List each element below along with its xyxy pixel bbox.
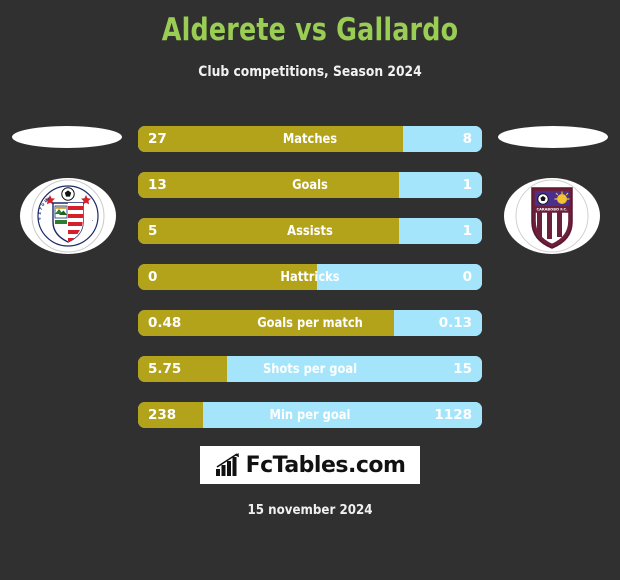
infographic-page: Alderete vs Gallardo Club competitions, … (0, 0, 620, 580)
decorative-ellipse-left (12, 126, 122, 148)
away-bar-fill (227, 356, 482, 382)
home-bar-fill (138, 402, 204, 428)
home-bar-fill (138, 264, 317, 290)
home-bar-fill (138, 310, 395, 336)
stat-row-assists: Assists 5 1 (138, 218, 482, 244)
home-bar-fill (138, 126, 403, 152)
away-bar-fill (399, 172, 482, 198)
away-bar-fill (399, 218, 482, 244)
decorative-ellipse-right (498, 126, 608, 148)
away-bar-fill (402, 126, 482, 152)
away-team-badge: CARABOBO F.C. (504, 178, 600, 254)
fctables-brand-logo[interactable]: FcTables.com (200, 446, 420, 484)
home-bar-fill (138, 356, 228, 382)
stat-row-min-per-goal: Min per goal 238 1128 (138, 402, 482, 428)
away-bar-fill (203, 402, 482, 428)
away-bar-fill (394, 310, 482, 336)
svg-text:CARABOBO F.C.: CARABOBO F.C. (536, 208, 567, 212)
stat-row-matches: Matches 27 8 (138, 126, 482, 152)
bar-chart-growth-icon (215, 453, 239, 476)
stat-row-goals-per-match: Goals per match 0.48 0.13 (138, 310, 482, 336)
generated-date: 15 november 2024 (247, 502, 373, 518)
page-title: Alderete vs Gallardo (161, 12, 459, 48)
away-bar-fill (316, 264, 482, 290)
home-bar-fill (138, 172, 400, 198)
stat-row-goals: Goals 13 1 (138, 172, 482, 198)
page-subtitle: Club competitions, Season 2024 (198, 64, 422, 80)
stat-row-shots-per-goal: Shots per goal 5.75 15 (138, 356, 482, 382)
home-bar-fill (138, 218, 400, 244)
estudiantes-merida-crest-icon: ESTUDIANTES DE MERIDA F.C. E S T U D I . (31, 179, 105, 253)
stat-row-hattricks: Hattricks 0 0 (138, 264, 482, 290)
brand-name: FcTables.com (245, 452, 406, 478)
home-team-badge: ESTUDIANTES DE MERIDA F.C. E S T U D I . (20, 178, 116, 254)
stats-bar-list: Matches 27 8 Goals 13 1 Assists 5 1 Hatt… (138, 126, 482, 448)
carabobo-crest-icon: CARABOBO F.C. (515, 179, 589, 253)
